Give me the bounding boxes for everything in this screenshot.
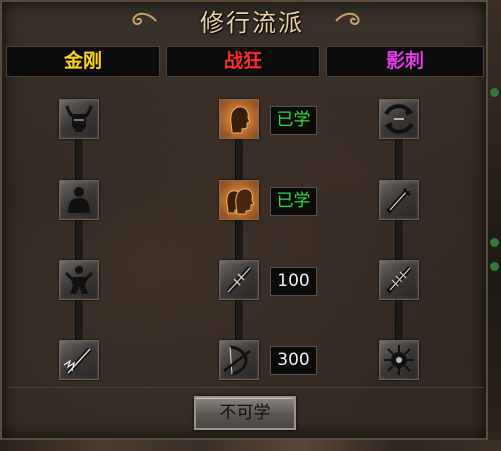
skill-zhankuang-4-cost: 300 (270, 346, 317, 375)
footer-divider (8, 387, 484, 388)
skill-track-zhankuang (235, 122, 244, 347)
spiked-dagger-icon (386, 266, 412, 294)
skill-zhankuang-2[interactable] (219, 180, 259, 220)
background-edge-right (488, 0, 501, 451)
learn-button[interactable]: 不可学 (194, 396, 296, 430)
tab-yingci[interactable]: 影刺 (326, 46, 484, 77)
gem-icon (490, 238, 499, 247)
skill-jingang-2[interactable] (59, 180, 99, 220)
right-flourish-icon (335, 12, 360, 26)
skill-yingci-2[interactable] (379, 180, 419, 220)
skill-yingci-3[interactable] (379, 260, 419, 300)
skill-zhankuang-3-cost: 100 (270, 267, 317, 296)
tab-zhankuang[interactable]: 战狂 (166, 46, 320, 77)
skill-zhankuang-3[interactable] (219, 260, 259, 300)
skill-track-jingang (75, 122, 84, 347)
bow-icon (223, 345, 251, 376)
skill-zhankuang-1[interactable] (219, 99, 259, 139)
body-silhouette-icon (68, 187, 90, 213)
horned-helmet-icon (65, 105, 93, 132)
left-flourish-icon (132, 12, 157, 26)
skill-school-panel: 修行流派 金刚 战狂 影刺 已学 已学 100 300 不可学 (0, 0, 488, 440)
whirlwind-icon (384, 104, 414, 134)
skill-zhankuang-1-status: 已学 (270, 106, 317, 135)
skill-zhankuang-4[interactable] (219, 340, 259, 380)
warrior-figure-icon (64, 266, 94, 294)
skill-jingang-3[interactable] (59, 260, 99, 300)
skill-jingang-1[interactable] (59, 99, 99, 139)
skill-zhankuang-2-status: 已学 (270, 187, 317, 216)
skill-jingang-4[interactable] (59, 340, 99, 380)
flaming-sword-icon (63, 347, 92, 375)
dagger-icon (386, 187, 412, 214)
skill-track-yingci (395, 122, 404, 347)
head-silhouette-icon (230, 106, 251, 134)
tab-jingang[interactable]: 金刚 (6, 46, 160, 77)
background-edge-bottom (0, 440, 501, 451)
window-title: 修行流派 (200, 9, 304, 37)
skill-yingci-4[interactable] (379, 340, 419, 380)
spiked-sword-icon (226, 266, 252, 294)
gem-icon (490, 88, 499, 97)
gem-icon (490, 262, 499, 271)
dark-burst-icon (384, 345, 414, 375)
double-head-icon (226, 188, 255, 215)
skill-yingci-1[interactable] (379, 99, 419, 139)
